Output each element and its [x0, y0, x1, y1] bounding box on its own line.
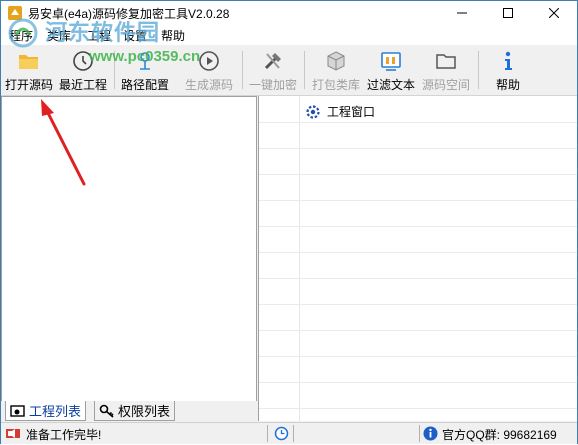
- status-divider: [419, 425, 420, 442]
- play-icon: [199, 51, 219, 71]
- grid-row-line: [259, 174, 577, 175]
- toolbar: 打开源码 最近工程 路径配置 生成源码 一键加密 打包类库 过滤文本 源码空间 …: [1, 45, 577, 96]
- grid-row-line: [259, 148, 577, 149]
- folder-icon: [436, 54, 456, 69]
- toolbar-separator: [478, 51, 479, 89]
- menu-help[interactable]: 帮助: [161, 27, 185, 44]
- status-message: 准备工作完毕!: [26, 428, 102, 442]
- status-divider: [267, 425, 268, 442]
- maximize-button[interactable]: [485, 1, 531, 25]
- package-library-button[interactable]: 打包类库: [309, 47, 363, 93]
- project-list-icon: [10, 404, 25, 417]
- grid-row-line: [259, 226, 577, 227]
- project-window-node[interactable]: 工程窗口: [305, 103, 375, 120]
- main-window: 易安卓(e4a)源码修复加密工具V2.0.28 程序 类库 工程 设置 帮助 打…: [0, 0, 578, 444]
- filter-text-button[interactable]: 过滤文本: [365, 47, 417, 93]
- watermark-site-name: 河东软件园: [45, 20, 161, 45]
- tools-icon: [264, 53, 281, 70]
- path-config-label: 路径配置: [120, 78, 169, 92]
- source-space-label: 源码空间: [421, 78, 470, 92]
- tab-project-list-label: 工程列表: [29, 404, 82, 419]
- grid-row-line: [259, 200, 577, 201]
- project-window-label: 工程窗口: [327, 105, 376, 119]
- open-source-button[interactable]: 打开源码: [3, 47, 55, 93]
- toolbar-separator: [242, 51, 243, 89]
- info-circle-icon: [423, 426, 438, 441]
- one-click-encrypt-label: 一键加密: [248, 78, 297, 92]
- minimize-icon: [457, 12, 467, 14]
- folder-open-icon: [19, 55, 38, 69]
- grid-column-line: [299, 96, 300, 421]
- help-button[interactable]: 帮助: [485, 47, 531, 93]
- tab-permission-list-label: 权限列表: [118, 404, 171, 419]
- info-icon: [505, 51, 512, 70]
- close-button[interactable]: [531, 1, 577, 25]
- maximize-icon: [503, 8, 513, 18]
- source-space-button[interactable]: 源码空间: [419, 47, 473, 93]
- grid-row-line: [259, 252, 577, 253]
- grid-row-line: [259, 122, 577, 123]
- panel-tabs: 工程列表 权限列表: [1, 401, 257, 421]
- watermark-logo-icon: [8, 18, 38, 48]
- speaker-icon: [6, 429, 20, 438]
- close-icon: [549, 8, 559, 18]
- clock-icon: [274, 426, 289, 441]
- grid-row-line: [259, 408, 577, 409]
- help-label: 帮助: [495, 78, 520, 92]
- qq-group-text: 官方QQ群: 99682169: [442, 428, 557, 442]
- tab-project-list[interactable]: 工程列表: [5, 401, 87, 421]
- status-divider: [293, 425, 294, 442]
- grid-row-line: [259, 278, 577, 279]
- recent-projects-label: 最近工程: [58, 78, 107, 92]
- one-click-encrypt-button[interactable]: 一键加密: [246, 47, 300, 93]
- grid-row-line: [259, 382, 577, 383]
- grid-row-line: [259, 356, 577, 357]
- watermark-url: www.pc0359.cn: [89, 48, 201, 65]
- grid-row-line: [259, 330, 577, 331]
- project-list-panel[interactable]: [1, 96, 257, 402]
- filter-text-label: 过滤文本: [366, 78, 415, 92]
- project-settings-icon: [306, 104, 320, 119]
- generate-source-label: 生成源码: [184, 78, 233, 92]
- package-library-label: 打包类库: [311, 78, 360, 92]
- key-icon: [99, 404, 114, 418]
- minimize-button[interactable]: [439, 1, 485, 25]
- filter-text-icon: [381, 52, 401, 71]
- package-icon: [327, 51, 345, 71]
- status-bar: 准备工作完毕! 官方QQ群: 99682169: [1, 422, 577, 444]
- grid-row-line: [259, 304, 577, 305]
- project-window-panel[interactable]: 工程窗口: [258, 96, 577, 421]
- tab-permission-list[interactable]: 权限列表: [94, 401, 176, 421]
- open-source-label: 打开源码: [4, 78, 53, 92]
- toolbar-separator: [304, 51, 305, 89]
